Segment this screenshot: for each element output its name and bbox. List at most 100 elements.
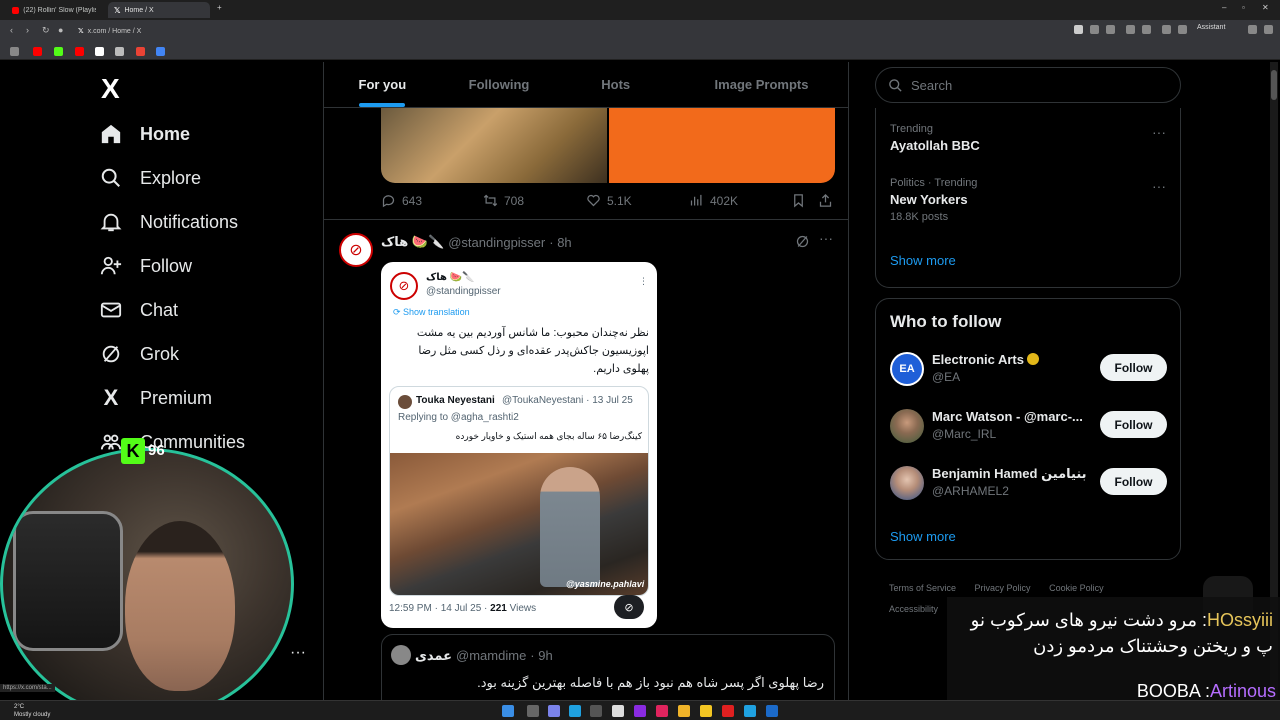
suggestion-handle: @EA xyxy=(932,370,961,384)
start-icon[interactable] xyxy=(502,705,514,717)
app-icon[interactable] xyxy=(722,705,734,717)
avatar[interactable]: ⊘ xyxy=(339,233,373,267)
post-image[interactable] xyxy=(381,108,607,183)
footer-link[interactable]: Terms of Service xyxy=(889,583,956,593)
url-field[interactable]: 𝕏 x.com / Home / X xyxy=(72,24,1062,38)
chatgpt-bookmark-icon[interactable] xyxy=(115,47,124,56)
share-button[interactable] xyxy=(818,193,833,208)
nav-label: Explore xyxy=(140,167,202,188)
nav-home[interactable]: Home xyxy=(100,114,190,154)
minimize-icon[interactable]: – xyxy=(1222,3,1226,12)
weather-widget[interactable]: 2°C Mostly cloudy xyxy=(14,703,50,719)
forward-icon[interactable]: › xyxy=(26,25,29,35)
url-text: x.com / Home / X xyxy=(87,27,142,35)
follow-suggestion[interactable]: Marc Watson - @marc-... @Marc_IRL Follow xyxy=(890,407,1170,447)
reload-icon[interactable]: ↻ xyxy=(42,25,50,36)
maximize-icon[interactable]: ▫ xyxy=(1242,3,1245,12)
browser-icon[interactable] xyxy=(744,705,756,717)
tab-home-x[interactable]: 𝕏 Home / X xyxy=(108,2,210,18)
author-handle[interactable]: @standingpisser xyxy=(448,235,545,250)
follow-suggestion[interactable]: Benjamin Hamed بنیامین @ARHAMEL2 Follow xyxy=(890,464,1170,504)
bookmark-button[interactable] xyxy=(791,193,806,208)
weather-desc: Mostly cloudy xyxy=(14,712,51,718)
new-tab-button[interactable]: + xyxy=(217,3,222,12)
tab-image-prompts[interactable]: Image Prompts xyxy=(674,62,848,107)
gmail-bookmark-icon[interactable] xyxy=(136,47,145,56)
tab-hots[interactable]: Hots xyxy=(557,62,674,107)
nav-follow[interactable]: Follow xyxy=(100,246,192,286)
footer-link[interactable]: Privacy Policy xyxy=(975,583,1031,593)
more-options-icon[interactable]: ··· xyxy=(1152,178,1166,194)
trend-item[interactable]: Politics · Trending New Yorkers 18.8K po… xyxy=(890,177,977,223)
post-image[interactable] xyxy=(609,108,835,183)
follow-button[interactable]: Follow xyxy=(1100,354,1167,381)
kick-bookmark-icon[interactable] xyxy=(54,47,63,56)
footer-link[interactable]: Cookie Policy xyxy=(1049,583,1104,593)
nav-explore[interactable]: Explore xyxy=(100,158,201,198)
app-icon[interactable] xyxy=(656,705,668,717)
repost-button[interactable]: 708 xyxy=(483,193,524,208)
author-name[interactable]: هاک 🍉🔪 xyxy=(381,234,444,250)
extension-icon[interactable] xyxy=(1178,25,1187,34)
mic-icon[interactable]: ● xyxy=(58,25,63,35)
scrollbar-thumb[interactable] xyxy=(1271,70,1277,100)
teams-icon[interactable] xyxy=(548,705,560,717)
chat-separator: : xyxy=(1196,610,1207,630)
grok-icon[interactable]: ⊘ xyxy=(614,595,644,619)
nav-notifications[interactable]: Notifications xyxy=(100,202,238,242)
grok-icon xyxy=(100,343,122,365)
show-translation-link[interactable]: ⟳ Show translation xyxy=(393,307,470,318)
extension-icon[interactable] xyxy=(1126,25,1135,34)
app-icon[interactable] xyxy=(590,705,602,717)
youtube-bookmark-icon[interactable] xyxy=(33,47,42,56)
show-more-link[interactable]: Show more xyxy=(890,529,956,544)
like-button[interactable]: 5.1K xyxy=(586,193,632,208)
follow-suggestion[interactable]: EA Electronic Arts @EA Follow xyxy=(890,350,1170,390)
close-icon[interactable]: ✕ xyxy=(1262,3,1269,12)
profile-icon[interactable] xyxy=(1248,25,1257,34)
tab-for-you[interactable]: For you xyxy=(324,62,441,107)
post-time[interactable]: · 8h xyxy=(549,235,571,250)
nav-chat[interactable]: Chat xyxy=(100,290,178,330)
follow-button[interactable]: Follow xyxy=(1100,468,1167,495)
more-options-icon[interactable]: ··· xyxy=(1152,124,1166,140)
extension-icon[interactable] xyxy=(1162,25,1171,34)
follow-button[interactable]: Follow xyxy=(1100,411,1167,438)
apps-icon[interactable] xyxy=(10,47,19,56)
embedded-post-card[interactable]: ⊘ هاک 🍉🔪 @standingpisser ⋮ ⟳ Show transl… xyxy=(381,262,657,628)
youtube-bookmark-icon[interactable] xyxy=(75,47,84,56)
app-icon[interactable] xyxy=(766,705,778,717)
bookmark-star-icon[interactable] xyxy=(1074,25,1083,34)
nav-grok[interactable]: Grok xyxy=(100,334,179,374)
back-icon[interactable]: ‹ xyxy=(10,25,13,35)
trend-item[interactable]: Trending Ayatollah BBC xyxy=(890,123,980,153)
x-logo[interactable]: X xyxy=(101,73,120,105)
x-bookmark-icon[interactable] xyxy=(95,47,104,56)
search-input[interactable]: Search xyxy=(875,67,1181,103)
show-more-link[interactable]: Show more xyxy=(890,253,956,268)
app-icon[interactable] xyxy=(634,705,646,717)
more-options-icon[interactable]: ··· xyxy=(819,230,833,246)
mail-icon xyxy=(100,299,122,321)
reply-author-handle: @mamdime xyxy=(456,648,527,663)
bookmark-icon[interactable] xyxy=(156,47,165,56)
edge-icon[interactable] xyxy=(569,705,581,717)
account-more-icon[interactable]: ··· xyxy=(290,644,306,662)
views-button[interactable]: 402K xyxy=(689,193,738,208)
file-explorer-icon[interactable] xyxy=(678,705,690,717)
extension-icon[interactable] xyxy=(1090,25,1099,34)
tab-youtube[interactable]: (22) Rollin' Slow (Playlist) — C xyxy=(6,2,102,18)
nav-premium[interactable]: X Premium xyxy=(100,378,212,418)
trend-title: Ayatollah BBC xyxy=(890,138,980,153)
menu-icon[interactable] xyxy=(1264,25,1273,34)
extension-icon[interactable] xyxy=(1106,25,1115,34)
tab-following[interactable]: Following xyxy=(441,62,558,107)
footer-link[interactable]: Accessibility xyxy=(889,604,938,614)
grok-icon[interactable] xyxy=(795,234,810,252)
app-icon[interactable] xyxy=(612,705,624,717)
search-icon[interactable] xyxy=(527,705,539,717)
reply-button[interactable]: 643 xyxy=(381,193,422,208)
app-icon[interactable] xyxy=(700,705,712,717)
extension-icon[interactable] xyxy=(1142,25,1151,34)
assistant-button[interactable]: Assistant xyxy=(1197,24,1225,31)
